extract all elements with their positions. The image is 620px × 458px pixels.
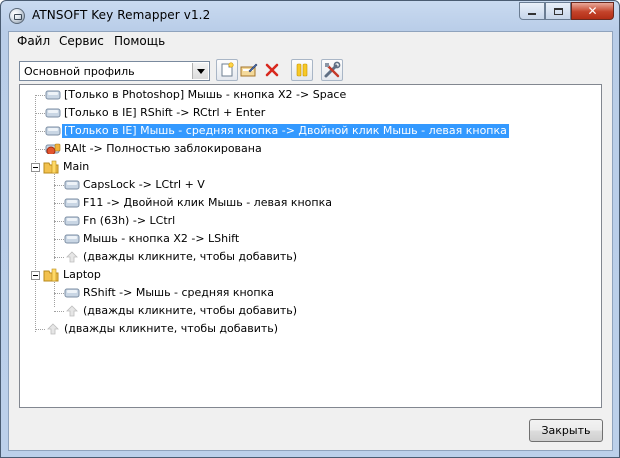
new-profile-button[interactable] [216, 59, 238, 81]
title-bar[interactable]: ATNSOFT Key Remapper v1.2 ✕ [1, 1, 619, 31]
tree-item[interactable]: Fn (63h) -> LCtrl [20, 212, 600, 230]
edit-profile-button[interactable] [238, 59, 260, 81]
tree-item[interactable]: F11 -> Двойной клик Мышь - левая кнопка [20, 194, 600, 212]
tree-item-selected[interactable]: [Только в IE] Мышь - средняя кнопка -> Д… [20, 122, 600, 140]
tree-item-label: [Только в IE] Мышь - средняя кнопка -> Д… [62, 124, 509, 138]
collapse-toggle[interactable] [31, 271, 40, 280]
client-area: Файл Сервис Помощь Основной профиль [Тол… [8, 31, 613, 451]
menu-service[interactable]: Сервис [55, 33, 108, 49]
tree-item-label: RShift -> Мышь - средняя кнопка [83, 286, 274, 299]
maximize-button[interactable] [545, 2, 571, 20]
tree-group-label: Main [63, 160, 90, 173]
close-icon: ✕ [587, 4, 598, 18]
key-icon [64, 216, 80, 226]
tree-item-label: Fn (63h) -> LCtrl [83, 214, 176, 227]
app-window: ATNSOFT Key Remapper v1.2 ✕ Файл Сервис … [0, 0, 620, 458]
key-icon [45, 108, 61, 118]
tree-item-label: Мышь - кнопка X2 -> LShift [83, 232, 240, 245]
window-title: ATNSOFT Key Remapper v1.2 [32, 8, 211, 22]
key-icon [45, 90, 61, 100]
add-hint-label: (дважды кликните, чтобы добавить) [83, 250, 298, 263]
add-arrow-icon [47, 323, 59, 335]
pause-button[interactable] [291, 59, 313, 81]
folder-icon [43, 160, 59, 174]
add-mapping-item[interactable]: (дважды кликните, чтобы добавить) [20, 302, 600, 320]
tree-item[interactable]: [Только в IE] RShift -> RCtrl + Enter [20, 104, 600, 122]
add-mapping-item[interactable]: (дважды кликните, чтобы добавить) [20, 248, 600, 266]
tools-icon [324, 61, 341, 78]
close-window-button[interactable]: ✕ [571, 2, 614, 20]
tree-item[interactable]: RShift -> Мышь - средняя кнопка [20, 284, 600, 302]
add-arrow-icon [66, 305, 78, 317]
tree-group-main[interactable]: Main [20, 158, 600, 176]
tree-item-label: RAlt -> Полностью заблокирована [64, 142, 262, 155]
folder-icon [43, 268, 59, 282]
tree-item-label: F11 -> Двойной клик Мышь - левая кнопка [83, 196, 332, 209]
add-hint-label: (дважды кликните, чтобы добавить) [64, 322, 279, 335]
new-document-icon [221, 62, 234, 77]
add-hint-label: (дважды кликните, чтобы добавить) [83, 304, 298, 317]
add-mapping-item[interactable]: (дважды кликните, чтобы добавить) [20, 320, 600, 338]
tree-item-label: CapsLock -> LCtrl + V [83, 178, 205, 191]
settings-button[interactable] [321, 59, 343, 81]
mapping-tree[interactable]: [Только в Photoshop] Мышь - кнопка X2 ->… [19, 84, 602, 408]
tree-item[interactable]: Мышь - кнопка X2 -> LShift [20, 230, 600, 248]
maximize-icon [553, 7, 563, 15]
menu-bar: Файл Сервис Помощь [9, 32, 612, 50]
tree-item-label: [Только в IE] RShift -> RCtrl + Enter [64, 106, 266, 119]
collapse-toggle[interactable] [31, 163, 40, 172]
tree-item[interactable]: CapsLock -> LCtrl + V [20, 176, 600, 194]
profile-select[interactable]: Основной профиль [19, 61, 210, 81]
edit-profile-icon [240, 63, 258, 77]
delete-profile-button[interactable] [261, 59, 283, 81]
menu-file[interactable]: Файл [13, 33, 54, 49]
key-icon [45, 126, 61, 136]
key-icon [64, 234, 80, 244]
add-arrow-icon [66, 251, 78, 263]
menu-help[interactable]: Помощь [110, 33, 169, 49]
chevron-down-icon[interactable] [192, 63, 208, 79]
tree-item[interactable]: [Только в Photoshop] Мышь - кнопка X2 ->… [20, 86, 600, 104]
key-icon [64, 180, 80, 190]
key-icon [64, 288, 80, 298]
blocked-key-icon [45, 143, 61, 154]
tree-item[interactable]: RAlt -> Полностью заблокирована [20, 140, 600, 158]
key-icon [64, 198, 80, 208]
app-icon [9, 8, 25, 24]
caption-buttons: ✕ [519, 2, 614, 22]
close-button[interactable]: Закрыть [529, 419, 603, 442]
toolbar: Основной профиль [9, 54, 612, 88]
pause-icon [296, 63, 308, 77]
delete-icon [265, 63, 279, 77]
minimize-icon [528, 13, 536, 15]
tree-group-laptop[interactable]: Laptop [20, 266, 600, 284]
tree-item-label: [Только в Photoshop] Мышь - кнопка X2 ->… [64, 88, 347, 101]
minimize-button[interactable] [519, 2, 545, 20]
tree-group-label: Laptop [63, 268, 101, 281]
profile-select-value: Основной профиль [24, 65, 135, 78]
